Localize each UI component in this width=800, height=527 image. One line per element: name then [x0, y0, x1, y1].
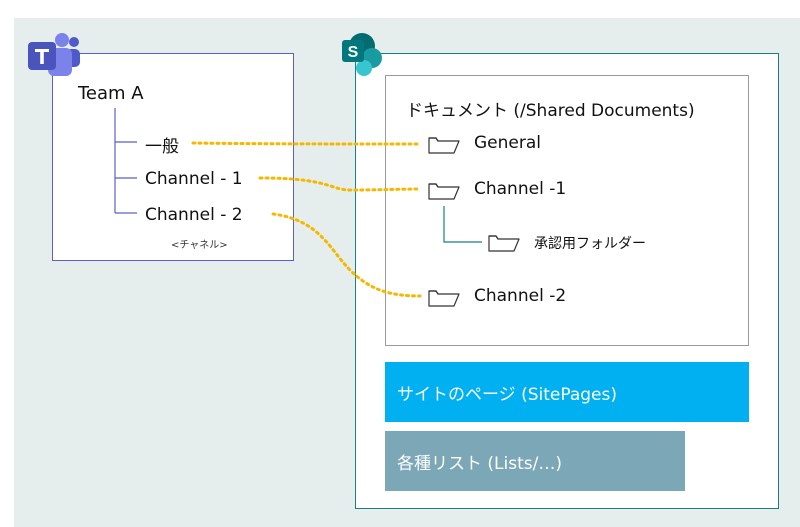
connector-channel-1: [258, 176, 422, 192]
subfolder-tree-line: [443, 206, 482, 243]
folder-icon: [428, 290, 460, 307]
folder-icon: [428, 183, 460, 200]
connector-channel-2: [271, 212, 422, 298]
diagram-lines: [114, 108, 520, 307]
connector-general: [191, 141, 422, 146]
channel-tree-lines: [114, 108, 137, 214]
folder-icon: [428, 137, 460, 154]
folder-icon: [488, 235, 520, 252]
